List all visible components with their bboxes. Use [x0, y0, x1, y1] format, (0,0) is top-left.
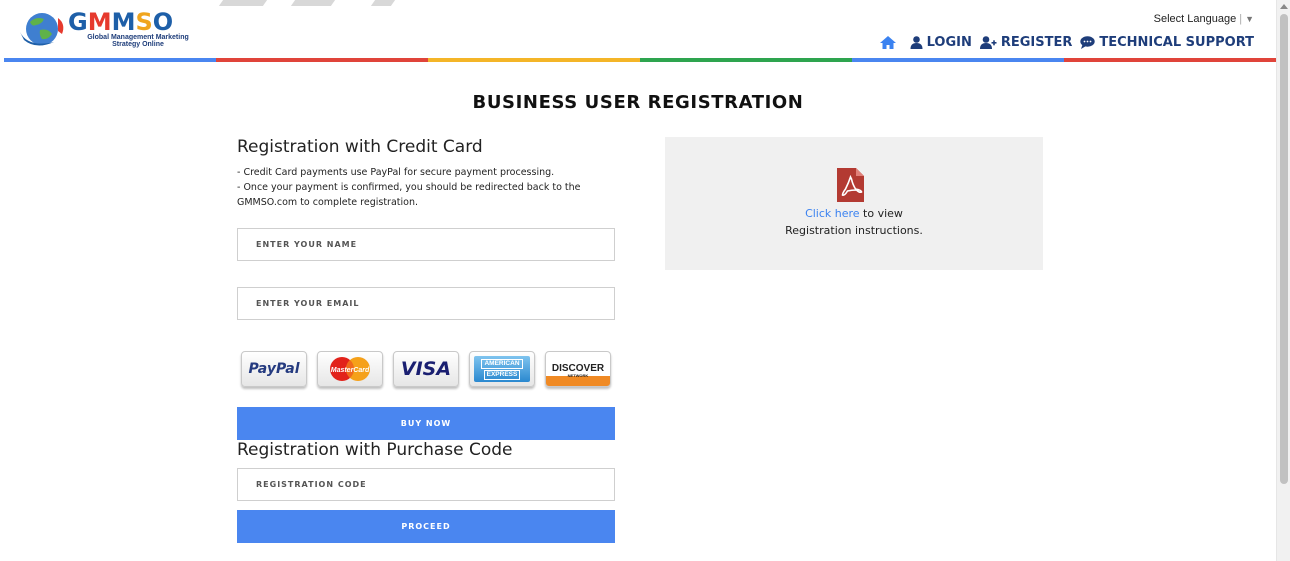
main-nav: LOGIN REGISTER TECHNICAL SUPPORT: [872, 35, 1254, 50]
mastercard-circles-icon: MasterCard: [330, 357, 370, 381]
logo-tagline: Global Management Marketing Strategy Onl…: [68, 34, 208, 48]
logo-wordmark: GMMSO: [68, 8, 174, 36]
instructions-text-line2: Registration instructions.: [785, 224, 923, 237]
stripe-segment: [4, 58, 216, 62]
registration-code-field[interactable]: [237, 468, 615, 501]
mastercard-logo-icon: MasterCard: [317, 351, 383, 387]
stripe-segment: [640, 58, 852, 62]
payment-card-logos: PayPal MasterCard VISA AMERICAN EXPRESS …: [241, 351, 621, 387]
language-selector[interactable]: Select Language | ▼: [1154, 13, 1254, 25]
user-icon: [910, 36, 923, 49]
globe-logo-icon: [20, 13, 64, 46]
nav-register[interactable]: REGISTER: [979, 35, 1073, 50]
credit-card-info: - Credit Card payments use PayPal for se…: [237, 165, 615, 210]
nav-register-label: REGISTER: [1000, 35, 1073, 50]
email-field[interactable]: [237, 287, 615, 320]
proceed-button[interactable]: PROCEED: [237, 510, 615, 543]
logo-tagline-line1: Global Management Marketing: [87, 34, 189, 41]
stripe-segment: [852, 58, 1064, 62]
home-icon: [879, 36, 896, 49]
email-input[interactable]: [256, 288, 614, 319]
instructions-text-after-link: to view: [859, 207, 903, 220]
amex-label-line1: AMERICAN: [481, 358, 523, 369]
amex-label-line2: EXPRESS: [483, 369, 521, 380]
scroll-up-arrow-icon[interactable]: [1280, 4, 1288, 9]
site-header: GMMSO Global Management Marketing Strate…: [0, 0, 1276, 64]
user-plus-icon: [979, 36, 997, 49]
stripe-segment: [216, 58, 428, 62]
instructions-link[interactable]: Click here: [805, 207, 860, 220]
chat-bubble-icon: [1080, 36, 1096, 49]
stripe-segment: [1064, 58, 1276, 62]
discover-logo-icon: DISCOVER NETWORK: [545, 351, 611, 387]
visa-label: VISA: [400, 358, 452, 380]
language-separator: |: [1239, 13, 1243, 25]
buy-now-button[interactable]: BUY NOW: [237, 407, 615, 440]
paypal-logo-icon: PayPal: [241, 351, 307, 387]
name-field[interactable]: [237, 228, 615, 261]
paypal-label: PayPal: [248, 361, 300, 377]
nav-home[interactable]: [879, 36, 900, 49]
registration-forms: Registration with Credit Card - Credit C…: [237, 137, 615, 543]
visa-logo-icon: VISA: [393, 351, 459, 387]
amex-logo-icon: AMERICAN EXPRESS: [469, 351, 535, 387]
credit-card-heading: Registration with Credit Card: [237, 137, 483, 157]
credit-card-info-line2: - Once your payment is confirmed, you sh…: [237, 182, 581, 208]
language-label: Select Language: [1153, 13, 1237, 25]
mastercard-label: MasterCard: [331, 367, 370, 374]
name-input[interactable]: [256, 229, 614, 260]
nav-login[interactable]: LOGIN: [910, 35, 972, 50]
site-logo[interactable]: GMMSO Global Management Marketing Strate…: [18, 8, 218, 50]
nav-login-label: LOGIN: [926, 35, 972, 50]
instructions-text: Click here to view Registration instruct…: [665, 205, 1043, 239]
nav-support-label: TECHNICAL SUPPORT: [1099, 35, 1254, 50]
registration-code-input[interactable]: [256, 469, 614, 500]
nav-support[interactable]: TECHNICAL SUPPORT: [1080, 35, 1254, 50]
pdf-file-icon[interactable]: [837, 168, 864, 202]
page-title: BUSINESS USER REGISTRATION: [472, 92, 804, 113]
credit-card-info-line1: - Credit Card payments use PayPal for se…: [237, 167, 555, 178]
logo-tagline-line2: Strategy Online: [112, 41, 164, 48]
instructions-box: Click here to view Registration instruct…: [665, 137, 1043, 270]
page-scrollbar[interactable]: [1276, 0, 1290, 561]
discover-sub-label: NETWORK: [567, 372, 589, 378]
stripe-segment: [428, 58, 640, 62]
color-stripe-divider: [4, 58, 1276, 62]
purchase-code-heading: Registration with Purchase Code: [237, 440, 513, 460]
chevron-down-icon: ▼: [1245, 14, 1254, 24]
scroll-thumb[interactable]: [1280, 14, 1288, 484]
